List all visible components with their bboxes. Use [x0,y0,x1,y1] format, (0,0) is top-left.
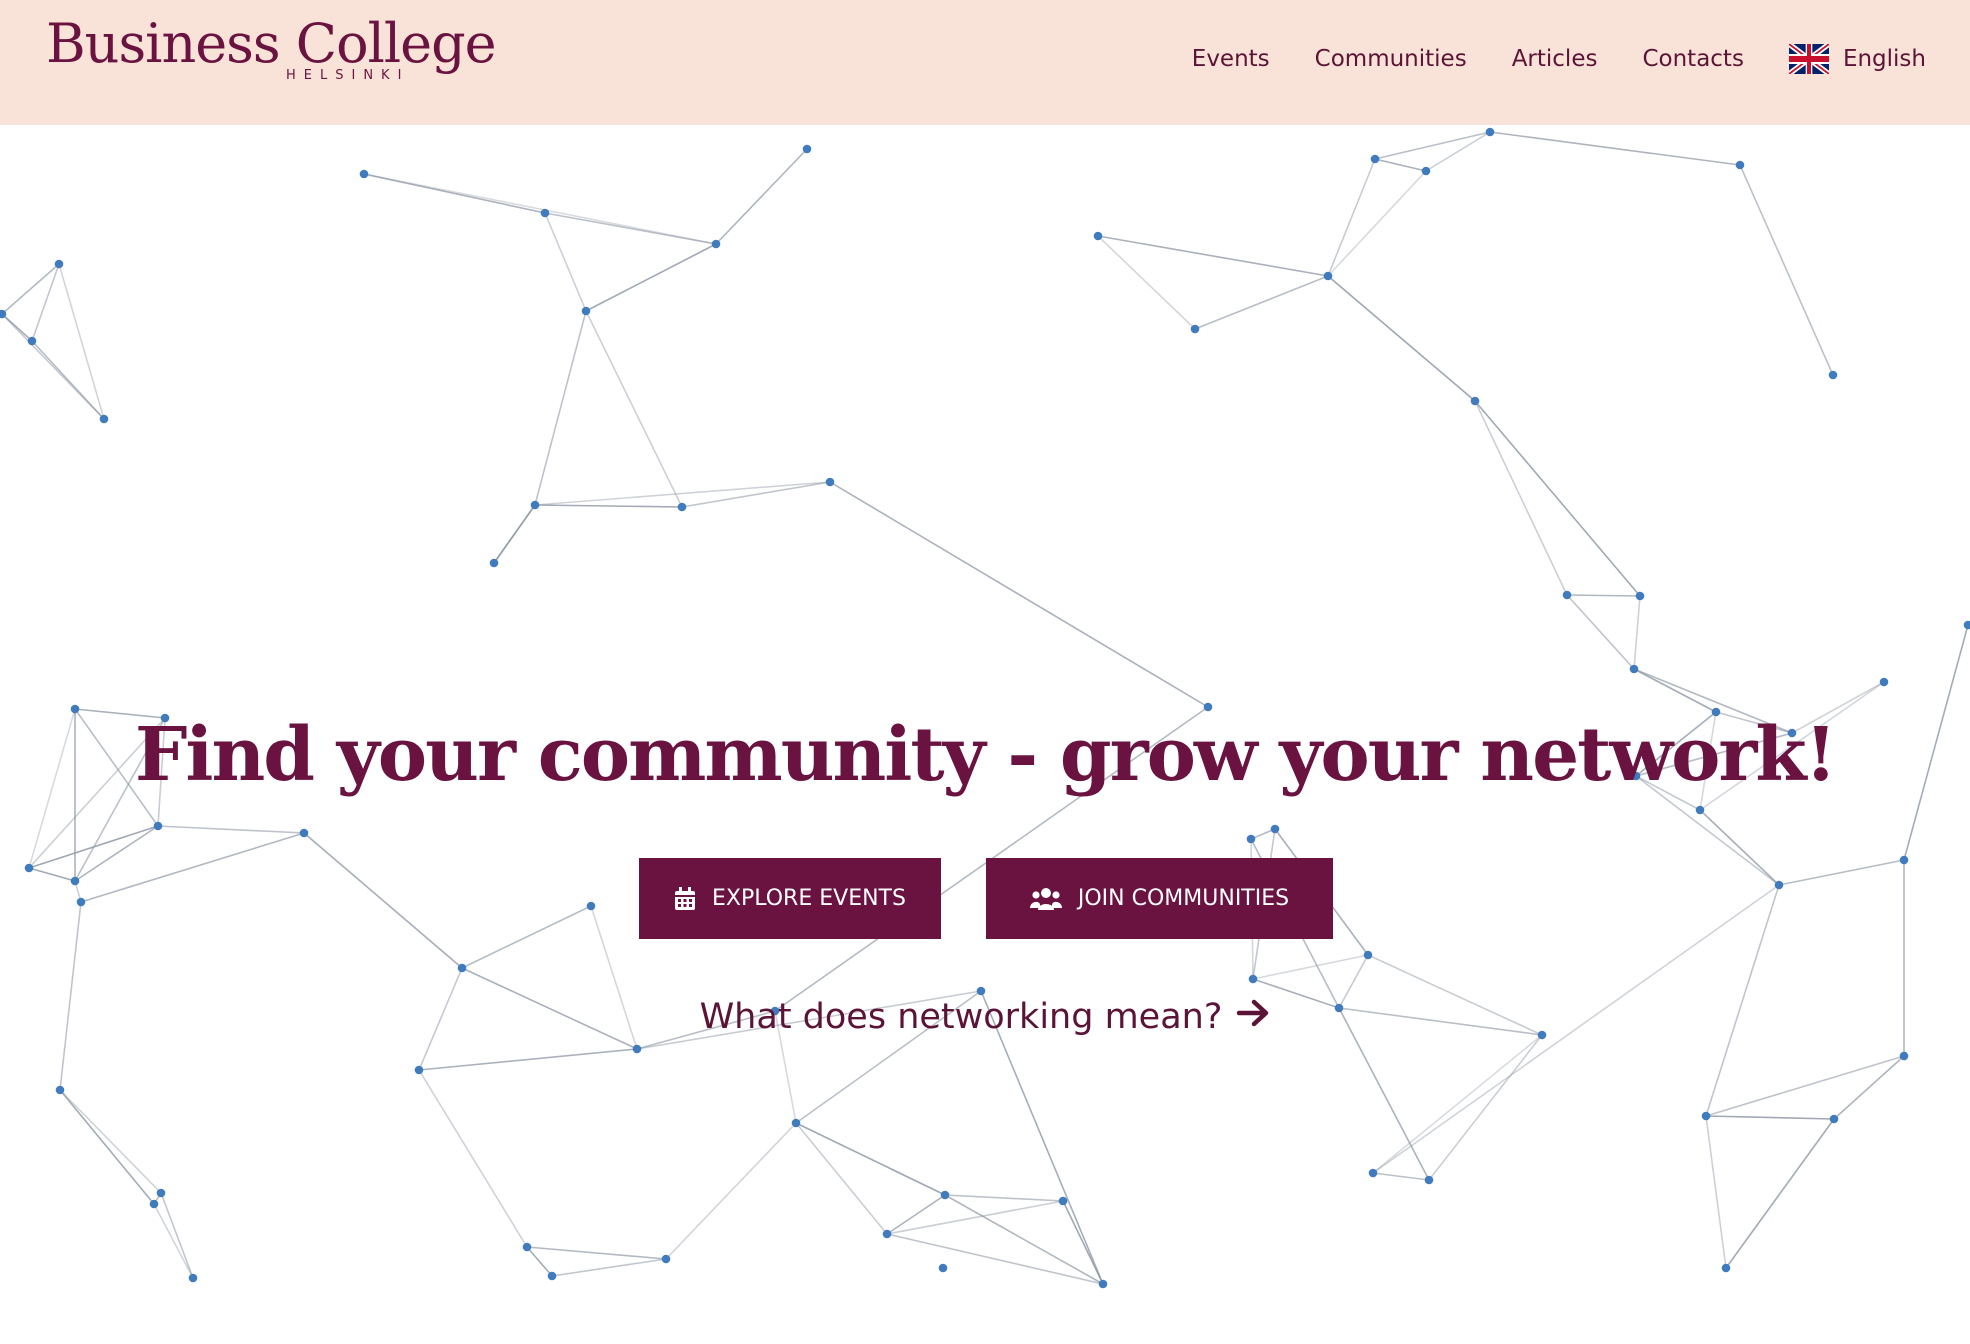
main-nav: Events Communities Articles Contacts Eng… [1192,41,1926,77]
arrow-right-icon [1236,997,1270,1037]
logo[interactable]: Business College HELSINKI [46,12,497,84]
join-communities-label: JOIN COMMUNITIES [1077,886,1290,911]
explore-events-label: EXPLORE EVENTS [712,886,906,911]
nav-communities[interactable]: Communities [1315,46,1467,72]
page: Business College HELSINKI Events Communi… [0,0,1970,1344]
logo-title: Business College [46,12,497,75]
nav-articles[interactable]: Articles [1512,46,1598,72]
nav-events[interactable]: Events [1192,46,1270,72]
calendar-icon [674,886,696,911]
networking-info-label: What does networking mean? [699,997,1223,1037]
join-communities-button[interactable]: JOIN COMMUNITIES [986,858,1333,939]
networking-info-link[interactable]: What does networking mean? [0,997,1970,1037]
site-header: Business College HELSINKI Events Communi… [0,0,1970,125]
nav-contacts[interactable]: Contacts [1642,46,1743,72]
hero-headline: Find your community - grow your network! [134,712,1837,798]
language-label: English [1842,46,1926,72]
users-icon [1029,887,1062,911]
hero-section: Find your community - grow your network!… [0,125,1970,1344]
uk-flag-icon [1788,41,1830,77]
language-switcher[interactable]: English [1788,41,1926,77]
explore-events-button[interactable]: EXPLORE EVENTS [639,858,941,939]
